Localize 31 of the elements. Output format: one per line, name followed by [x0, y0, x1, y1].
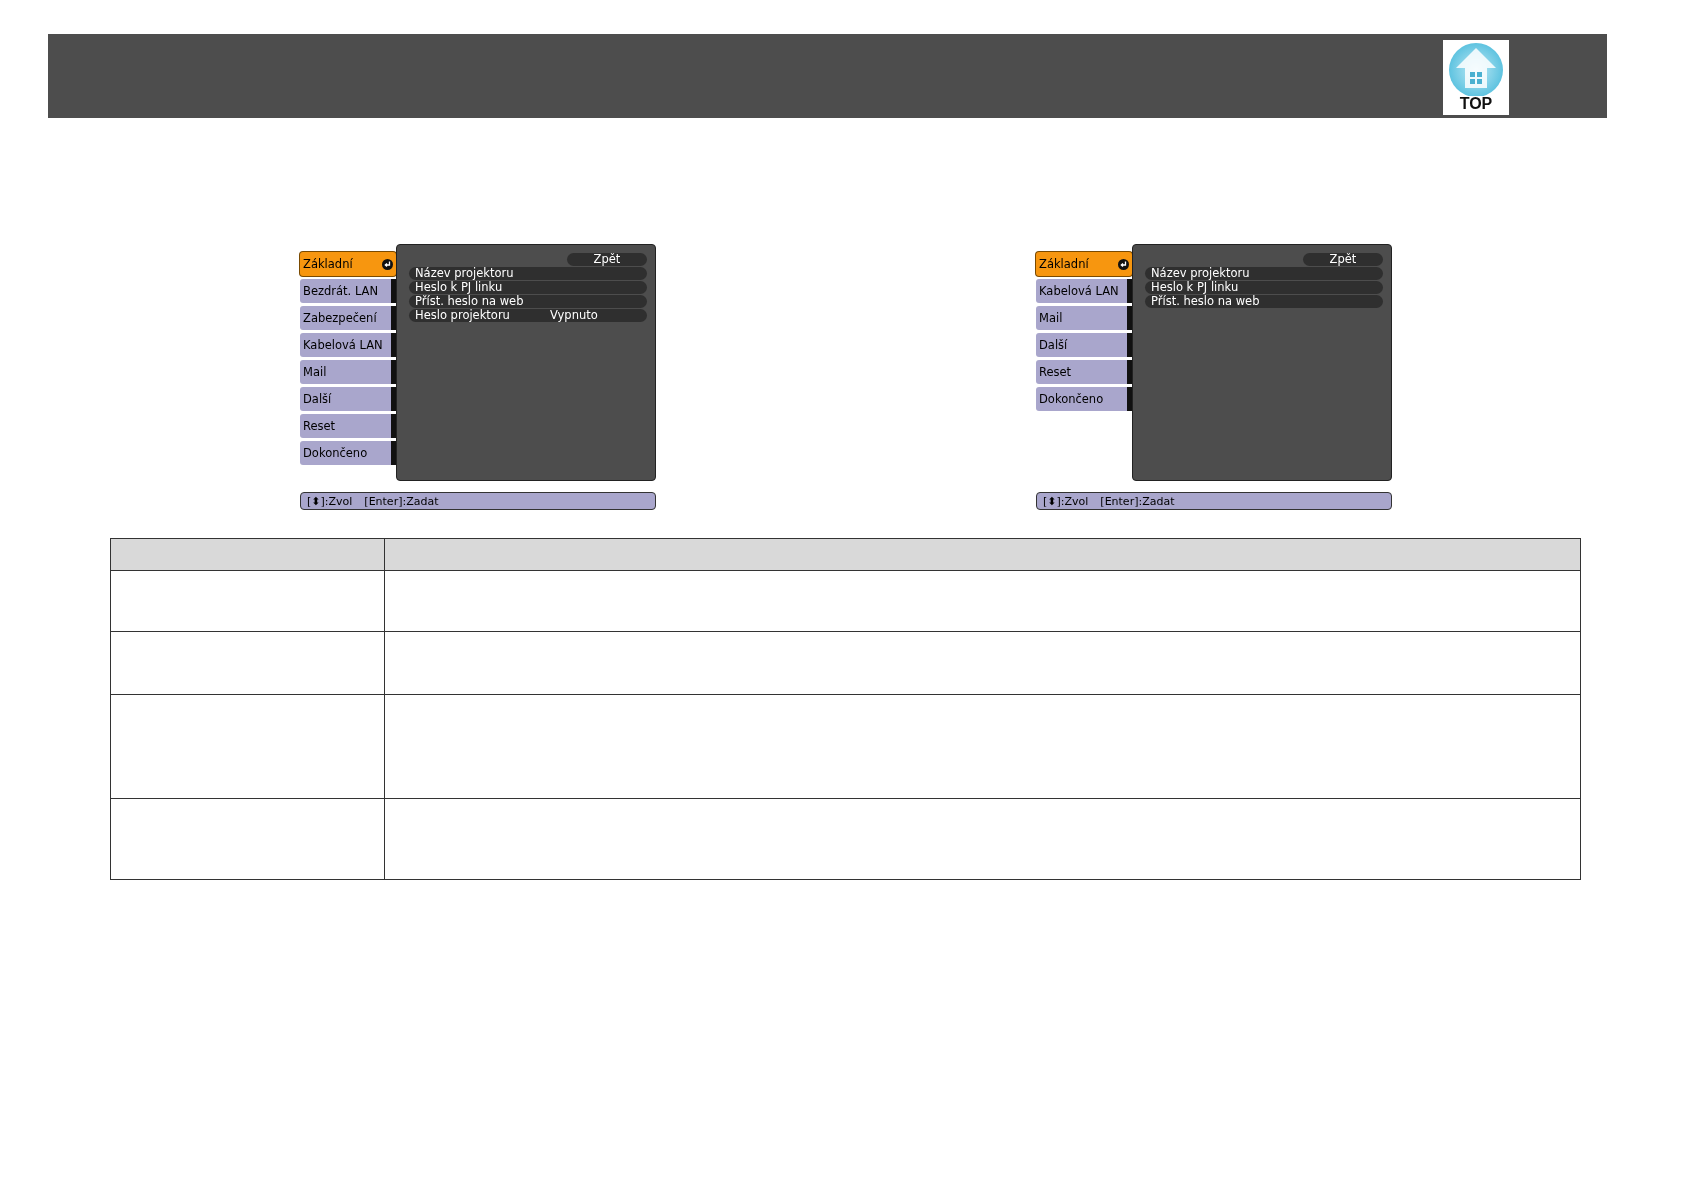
menu-tab[interactable]: Reset: [300, 414, 396, 438]
menu-row[interactable]: Heslo k PJ linku: [409, 281, 647, 294]
menu-tab[interactable]: Další: [1036, 333, 1132, 357]
menu-tab[interactable]: Základní: [1036, 252, 1132, 276]
menu-row[interactable]: Název projektoru: [1145, 267, 1383, 280]
menu-tab[interactable]: Zabezpečení: [300, 306, 396, 330]
menu-tab[interactable]: Reset: [1036, 360, 1132, 384]
menu-row[interactable]: Heslo k PJ linku: [1145, 281, 1383, 294]
back-button[interactable]: Zpět: [1303, 253, 1383, 266]
menu-row[interactable]: Název projektoru: [409, 267, 647, 280]
key-hint: [⬍]:Zvol: [307, 494, 353, 508]
menu-tab[interactable]: Dokončeno: [300, 441, 396, 465]
menu-row[interactable]: Příst. heslo na web: [1145, 295, 1383, 308]
menu-row[interactable]: Příst. heslo na web: [409, 295, 647, 308]
menu-tab[interactable]: Další: [300, 387, 396, 411]
back-button[interactable]: Zpět: [567, 253, 647, 266]
menu-tab[interactable]: Kabelová LAN: [1036, 279, 1132, 303]
top-link[interactable]: TOP: [1443, 40, 1509, 115]
menu-tab[interactable]: Mail: [1036, 306, 1132, 330]
key-hint: [⬍]:Zvol: [1043, 494, 1089, 508]
enter-icon: [1118, 258, 1129, 270]
menu-tab[interactable]: Dokončeno: [1036, 387, 1132, 411]
house-icon: [1446, 42, 1506, 96]
key-hint: [Enter]:Zadat: [1100, 494, 1175, 508]
menu-tab[interactable]: Bezdrát. LAN: [300, 279, 396, 303]
key-hint: [Enter]:Zadat: [364, 494, 439, 508]
menu-tab[interactable]: Mail: [300, 360, 396, 384]
menu-tab[interactable]: Základní: [300, 252, 396, 276]
menu-tab[interactable]: Kabelová LAN: [300, 333, 396, 357]
menu-row[interactable]: Heslo projektoru Vypnuto: [409, 309, 647, 322]
enter-icon: [382, 258, 393, 270]
